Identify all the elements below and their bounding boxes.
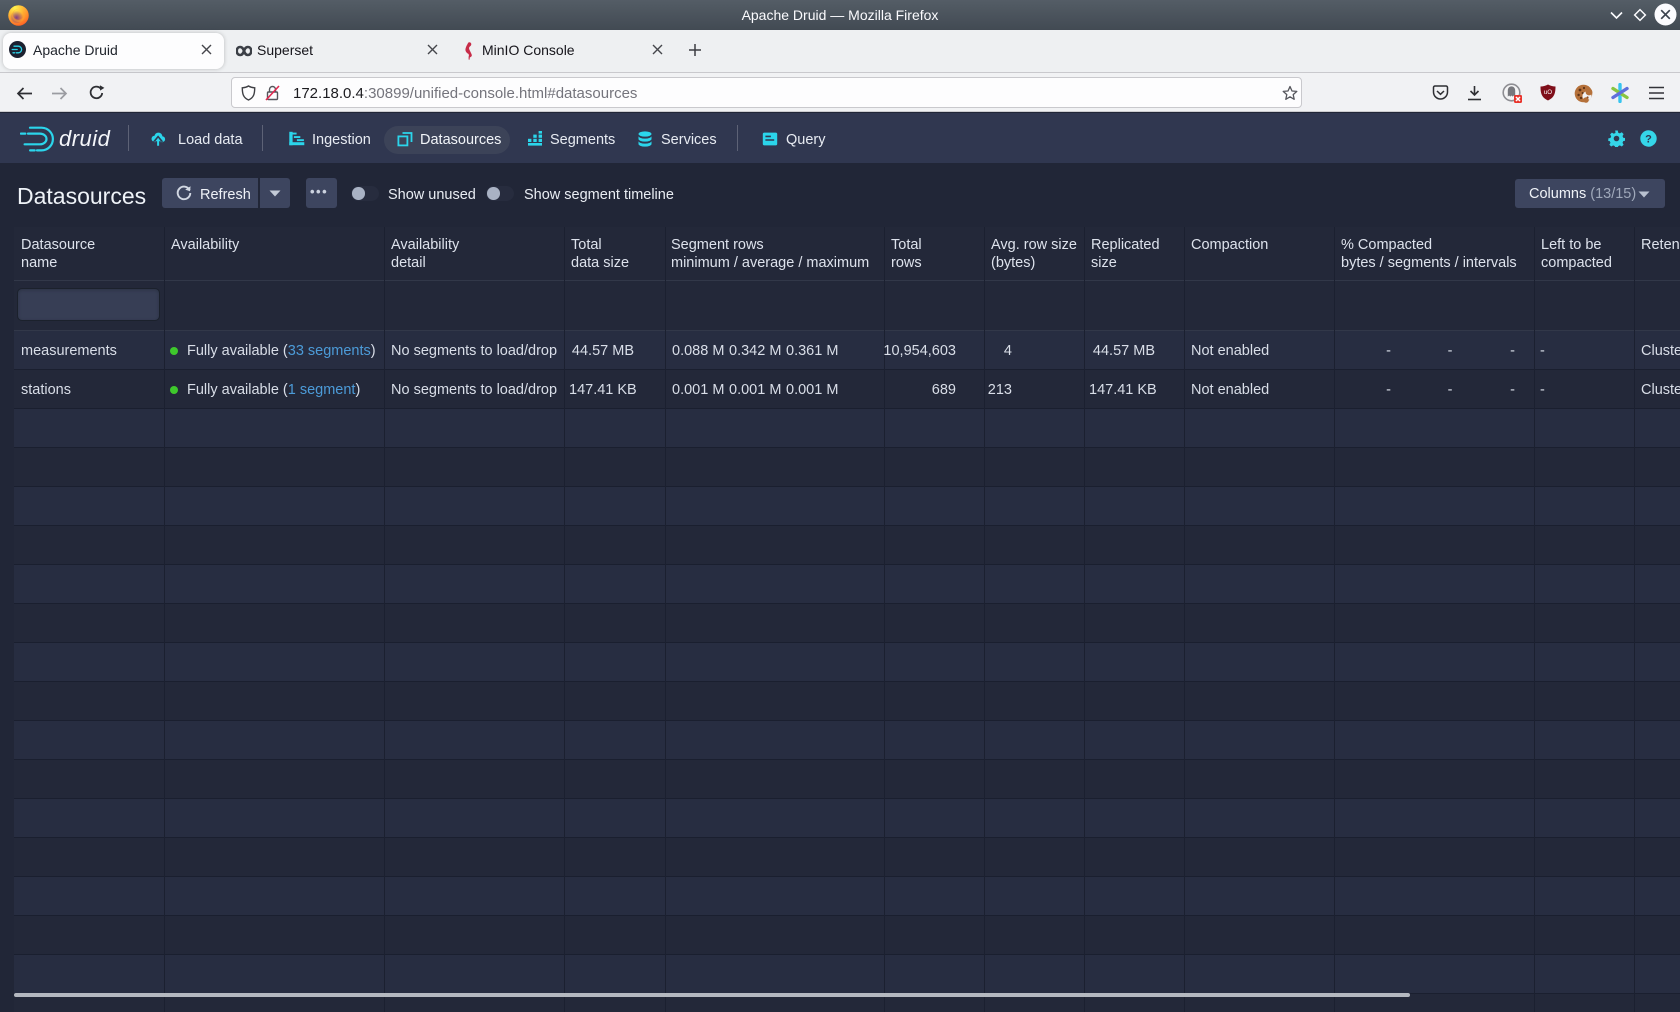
svg-text:?: ? <box>1645 133 1652 145</box>
svg-text:uO: uO <box>1544 89 1552 96</box>
